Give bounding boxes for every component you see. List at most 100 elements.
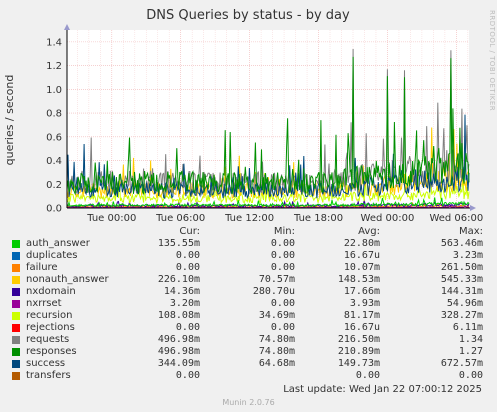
x-tick-label: Tue 00:00 [86,213,136,224]
legend-value-min: 64.68m [258,358,295,369]
legend-value-max: 545.33m [440,274,483,285]
legend-value-avg: 148.53m [337,274,380,285]
legend-header-cur: Cur: [179,226,200,237]
legend-value-cur: 14.36m [163,286,200,297]
x-tick-label: Tue 12:00 [224,213,274,224]
legend-value-avg: 149.73m [337,358,380,369]
legend-value-min: 0.00 [270,238,295,249]
legend-value-cur: 344.09m [157,358,200,369]
legend-value-max: 54.96m [446,298,483,309]
legend-row-nonauth_answer: nonauth_answer 226.10m 70.57m 148.53m 545.33… [0,274,497,286]
y-tick-label: 1.2 [46,61,62,72]
legend-value-avg: 16.67u [343,322,380,333]
legend-row-auth_answer: auth_answer 135.55m 0.00 22.80m 563.46m [0,238,497,250]
legend-header-max: Max: [458,226,483,237]
legend-value-max: 1.27 [458,346,483,357]
legend-swatch [12,336,20,344]
rrdtool-watermark: RRDTOOL / TOBI OETIKER [488,10,496,112]
legend-swatch [12,360,20,368]
y-tick-label: 0.6 [46,132,62,143]
legend-value-cur: 0.00 [175,370,200,381]
legend-value-min: 0.00 [270,298,295,309]
legend-value-avg: 0.00 [355,370,380,381]
legend-row-nxrrset: nxrrset 3.20m 0.00 3.93m 54.96m [0,298,497,310]
legend-row-responses: responses 496.98m 74.80m 210.89m 1.27 [0,346,497,358]
legend-value-cur: 0.00 [175,262,200,273]
legend-series-name: transfers [26,370,71,381]
legend-header-min: Min: [273,226,295,237]
munin-graph-page: DNS Queries by status - by day queries /… [0,0,497,412]
legend-row-requests: requests 496.98m 74.80m 216.50m 1.34 [0,334,497,346]
legend-series-name: responses [26,346,77,357]
legend-swatch [12,252,20,260]
legend-value-avg: 10.07m [343,262,380,273]
legend-row-rejections: rejections 0.00 0.00 16.67u 6.11m [0,322,497,334]
legend-value-max: 328.27m [440,310,483,321]
legend-value-max: 261.50m [440,262,483,273]
legend-swatch [12,264,20,272]
dns-queries-chart: DNS Queries by status - by day queries /… [3,8,483,224]
legend-value-cur: 135.55m [157,238,200,249]
legend-swatch [12,372,20,380]
legend-swatch [12,276,20,284]
legend-value-cur: 3.20m [169,298,200,309]
legend-swatch [12,288,20,296]
legend-swatch [12,348,20,356]
legend-value-avg: 17.66m [343,286,380,297]
legend-value-max: 672.57m [440,358,483,369]
legend-value-min: 70.57m [258,274,295,285]
x-axis-arrow [470,205,476,211]
legend-value-max: 3.23m [452,250,483,261]
legend-value-cur: 226.10m [157,274,200,285]
legend-series-name: rejections [26,322,75,333]
legend-value-cur: 0.00 [175,250,200,261]
legend-swatch [12,324,20,332]
y-tick-label: 0.8 [46,109,62,120]
legend-value-avg: 22.80m [343,238,380,249]
legend-swatch [12,300,20,308]
legend-series-name: requests [26,334,70,345]
legend-value-avg: 216.50m [337,334,380,345]
legend-value-cur: 108.08m [157,310,200,321]
x-tick-label: Wed 06:00 [429,213,483,224]
legend-value-avg: 81.17m [343,310,380,321]
legend-series-name: duplicates [26,250,78,261]
legend-row-transfers: transfers 0.00 0.00 0.00 [0,370,497,382]
legend-value-min: 0.00 [270,250,295,261]
legend-value-avg: 16.67u [343,250,380,261]
legend-series-name: nonauth_answer [26,274,109,285]
legend-header-avg: Avg: [358,226,380,237]
x-tick-label: Tue 18:00 [293,213,343,224]
legend-value-max: 144.31m [440,286,483,297]
legend-value-max: 1.34 [458,334,483,345]
legend-value-max: 6.11m [452,322,483,333]
legend-swatch [12,240,20,248]
legend-header-row: Cur: Min: Avg: Max: [0,226,497,238]
legend-value-cur: 0.00 [175,322,200,333]
legend-row-recursion: recursion 108.08m 34.69m 81.17m 328.27m [0,310,497,322]
munin-version-footer: Munin 2.0.76 [222,398,275,407]
chart-title: DNS Queries by status - by day [146,8,350,23]
legend-series-name: auth_answer [26,238,90,249]
legend-series-name: nxrrset [26,298,62,309]
y-tick-label: 0.0 [46,204,62,215]
legend-value-min: 34.69m [258,310,295,321]
legend-row-failure: failure 0.00 0.00 10.07m 261.50m [0,262,497,274]
y-axis-label: queries / second [3,75,16,166]
last-update: Last update: Wed Jan 22 07:00:12 2025 [283,384,482,395]
legend-value-avg: 3.93m [349,298,380,309]
legend-value-min: 0.00 [270,322,295,333]
legend-value-max: 563.46m [440,238,483,249]
legend-value-min: 0.00 [270,262,295,273]
legend-value-min: 74.80m [258,334,295,345]
y-axis-arrow [64,24,70,30]
legend-row-nxdomain: nxdomain 14.36m 280.70u 17.66m 144.31m [0,286,497,298]
y-tick-label: 1.0 [46,85,62,96]
legend-row-success: success 344.09m 64.68m 149.73m 672.57m [0,358,497,370]
legend-value-min: 280.70u [252,286,295,297]
y-tick-label: 0.2 [46,180,62,191]
y-tick-label: 0.4 [46,156,62,167]
legend-series-name: success [26,358,66,369]
legend-series-name: failure [26,262,58,273]
y-tick-label: 1.4 [46,37,62,48]
